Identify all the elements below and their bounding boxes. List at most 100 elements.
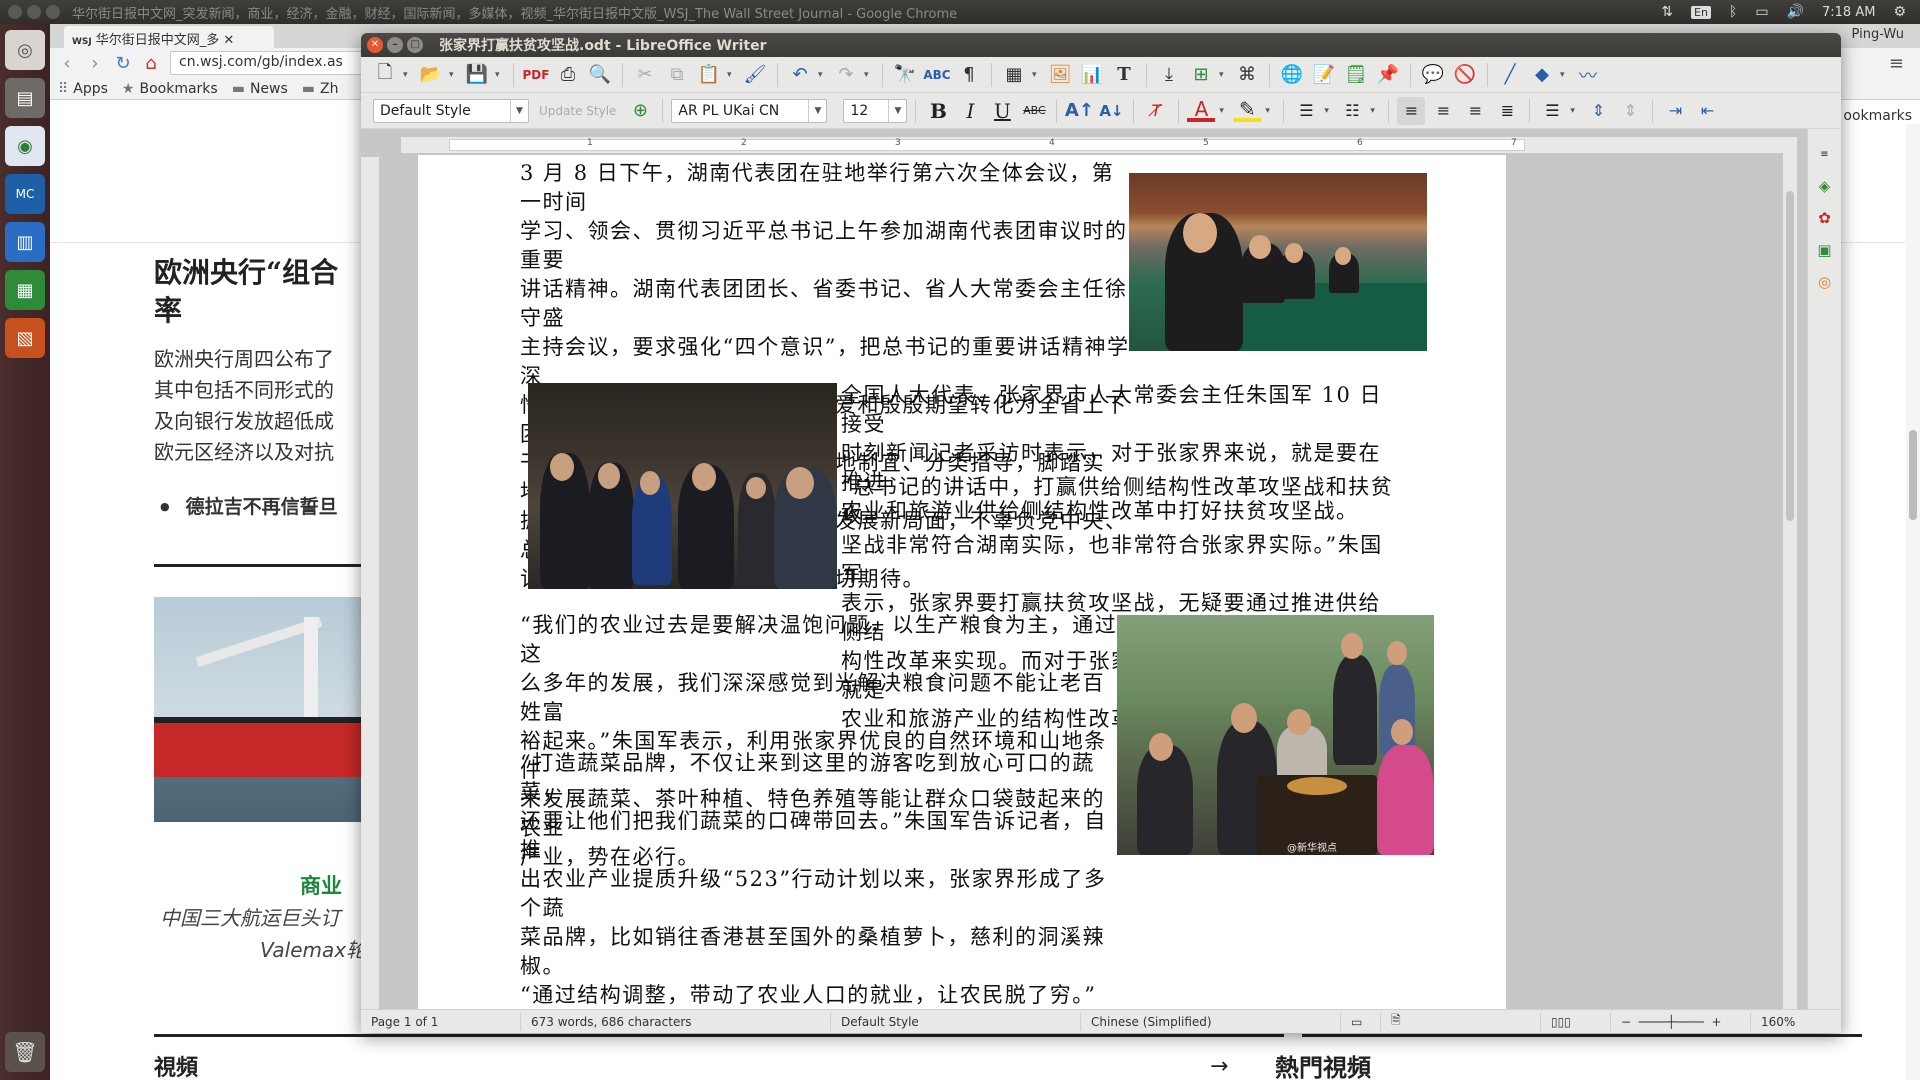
horizontal-ruler[interactable]: 1 2 3 4 5 6 7 <box>401 137 1783 153</box>
insert-image-icon[interactable]: 🖼 <box>1046 61 1074 89</box>
align-left-icon[interactable]: ≡ <box>1397 96 1426 125</box>
draw-functions-icon[interactable]: 〰 <box>1574 61 1602 89</box>
decrease-paragraph-spacing-icon[interactable]: ⇕ <box>1616 97 1644 125</box>
print-icon[interactable]: ⎙ <box>554 61 582 89</box>
bullet-list-icon[interactable]: ☰ <box>1292 97 1320 125</box>
sidebar-menu-icon[interactable]: ≡ <box>1814 143 1836 165</box>
line-spacing-icon[interactable]: ☰ <box>1538 97 1566 125</box>
formatting-marks-icon[interactable]: ¶ <box>955 61 983 89</box>
print-preview-icon[interactable]: 🔍 <box>586 61 614 89</box>
reload-icon[interactable]: ↻ <box>114 53 132 74</box>
find-replace-icon[interactable]: 🔭 <box>891 61 919 89</box>
bluetooth-icon[interactable]: ᛒ <box>1729 4 1737 20</box>
paragraph-style-select[interactable]: Default Style ▼ <box>373 98 529 123</box>
trash-icon[interactable]: 🗑 <box>5 1032 45 1072</box>
chrome-tab-wsj[interactable]: WSJ 华尔街日报中文网_多 ✕ <box>64 26 274 48</box>
align-right-icon[interactable]: ≡ <box>1461 97 1489 125</box>
open-folder-icon[interactable]: 📂 <box>417 61 445 89</box>
settings-gear-icon[interactable]: ⚙ <box>1893 4 1906 20</box>
page-break-icon[interactable]: ⤓ <box>1155 61 1183 89</box>
chrome-menu-icon[interactable]: ≡ <box>1889 53 1904 74</box>
dash-icon[interactable]: ◎ <box>5 30 45 70</box>
document-page[interactable]: 3 月 8 日下午，湖南代表团在驻地举行第六次全体会议，第一时间 学习、领会、贯… <box>418 155 1506 1009</box>
section-title-video[interactable]: 視頻 <box>154 1050 198 1080</box>
clone-formatting-icon[interactable]: 🖌 <box>741 61 769 89</box>
close-icon[interactable]: ✕ <box>367 37 383 53</box>
chevron-down-icon[interactable]: ▼ <box>808 99 826 122</box>
basic-shapes-icon[interactable]: ◆ <box>1528 61 1556 89</box>
category-label[interactable]: 商业 <box>300 870 342 900</box>
new-style-icon[interactable]: ⊕ <box>626 97 654 125</box>
font-color-icon[interactable]: A <box>1187 97 1216 122</box>
bookmark-news[interactable]: ▬ News <box>232 81 288 97</box>
page-scrollbar[interactable] <box>1906 124 1920 1080</box>
italic-icon[interactable]: I <box>956 97 984 125</box>
paragraph-5[interactable]: “打造蔬菜品牌，不仅让来到这里的游客吃到放心可口的蔬菜， 还要让他们把我们蔬菜的… <box>520 749 1120 1009</box>
properties-icon[interactable]: ◈ <box>1814 175 1836 197</box>
clear-formatting-icon[interactable]: T̸ <box>1142 97 1170 125</box>
insert-chart-icon[interactable]: 📊 <box>1078 61 1106 89</box>
volume-icon[interactable]: 🔊 <box>1787 4 1804 20</box>
spelling-icon[interactable]: ABC <box>923 61 951 89</box>
insert-textbox-icon[interactable]: T <box>1110 61 1138 89</box>
insert-comment-icon[interactable]: 💬 <box>1419 61 1447 89</box>
justify-icon[interactable]: ≣ <box>1493 97 1521 125</box>
meeting-photo[interactable] <box>1129 173 1427 351</box>
special-character-icon[interactable]: ⌘ <box>1233 61 1261 89</box>
document-modified-icon[interactable]: 🗎 <box>1381 1012 1541 1031</box>
page-style-status[interactable]: Default Style <box>831 1012 1081 1031</box>
back-icon[interactable]: ‹ <box>58 53 76 74</box>
bookmark-zh[interactable]: ▬ Zh <box>302 81 339 97</box>
chrome-profile-name[interactable]: Ping-Wu <box>1852 27 1904 42</box>
strikethrough-icon[interactable]: ABC <box>1020 97 1048 125</box>
save-icon[interactable]: 💾 <box>463 61 491 89</box>
battery-icon[interactable]: ▭ <box>1755 4 1768 20</box>
network-icon[interactable]: ⇅ <box>1661 4 1673 20</box>
section-title-popular-video[interactable]: 熱門視頻 <box>1275 1048 1371 1080</box>
chrome-icon[interactable]: ◉ <box>5 126 45 166</box>
bookmark-icon[interactable]: 🗒 <box>1342 61 1370 89</box>
files-icon[interactable]: ▤ <box>5 78 45 118</box>
font-name-select[interactable]: AR PL UKai CN ▼ <box>671 98 828 123</box>
zoom-slider[interactable]: − ────┼──── + <box>1611 1012 1751 1031</box>
zoom-level[interactable]: 160% <box>1751 1013 1805 1031</box>
insert-table-icon[interactable]: ▦ <box>1000 61 1028 89</box>
insert-line-icon[interactable]: ╱ <box>1496 61 1524 89</box>
navigator-icon[interactable]: ◎ <box>1814 271 1836 293</box>
page-count[interactable]: Page 1 of 1 <box>361 1012 521 1031</box>
shrink-font-icon[interactable]: A↓ <box>1097 97 1125 125</box>
window-controls[interactable] <box>8 5 60 19</box>
word-count[interactable]: 673 words, 686 characters <box>521 1012 831 1031</box>
new-document-icon[interactable]: 🗋 <box>371 61 399 89</box>
align-center-icon[interactable]: ≡ <box>1429 97 1457 125</box>
bookmark-apps[interactable]: ⠿ Apps <box>58 81 108 97</box>
bold-icon[interactable]: B <box>924 97 952 125</box>
language-status[interactable]: Chinese (Simplified) <box>1081 1012 1341 1031</box>
insert-mode-icon[interactable]: ▭ <box>1341 1012 1381 1031</box>
keyboard-language-indicator[interactable]: En <box>1691 5 1711 19</box>
maximize-icon[interactable]: □ <box>407 37 423 53</box>
export-pdf-icon[interactable]: PDF <box>522 61 550 89</box>
arrow-right-icon[interactable]: → <box>1210 1054 1228 1079</box>
bookmark-bookmarks[interactable]: ★ Bookmarks <box>122 81 218 97</box>
underline-icon[interactable]: U <box>988 97 1016 125</box>
village-meeting-photo[interactable] <box>528 383 837 589</box>
copy-icon[interactable]: ⧉ <box>663 61 691 89</box>
undo-icon[interactable]: ↶ <box>786 61 814 89</box>
hyperlink-icon[interactable]: 🌐 <box>1278 61 1306 89</box>
impress-icon[interactable]: ▧ <box>5 318 45 358</box>
grow-font-icon[interactable]: A↑ <box>1065 97 1094 125</box>
paste-icon[interactable]: 📋 <box>695 61 723 89</box>
font-size-select[interactable]: 12 ▼ <box>843 98 908 123</box>
increase-indent-icon[interactable]: ⇥ <box>1661 97 1689 125</box>
villagers-photo[interactable]: @新华视点 <box>1117 615 1434 855</box>
track-changes-icon[interactable]: 🚫 <box>1451 61 1479 89</box>
view-layout-icons[interactable]: ▯▯▯ <box>1541 1012 1611 1031</box>
highlight-color-icon[interactable]: ✎ <box>1233 97 1262 122</box>
decrease-indent-icon[interactable]: ⇤ <box>1693 97 1721 125</box>
styles-icon[interactable]: ✿ <box>1814 207 1836 229</box>
gallery-icon[interactable]: ▣ <box>1814 239 1836 261</box>
home-icon[interactable]: ⌂ <box>142 53 160 74</box>
increase-paragraph-spacing-icon[interactable]: ⇕ <box>1584 97 1612 125</box>
bookmarks-bar-right-item[interactable]: ookmarks <box>1843 108 1912 124</box>
